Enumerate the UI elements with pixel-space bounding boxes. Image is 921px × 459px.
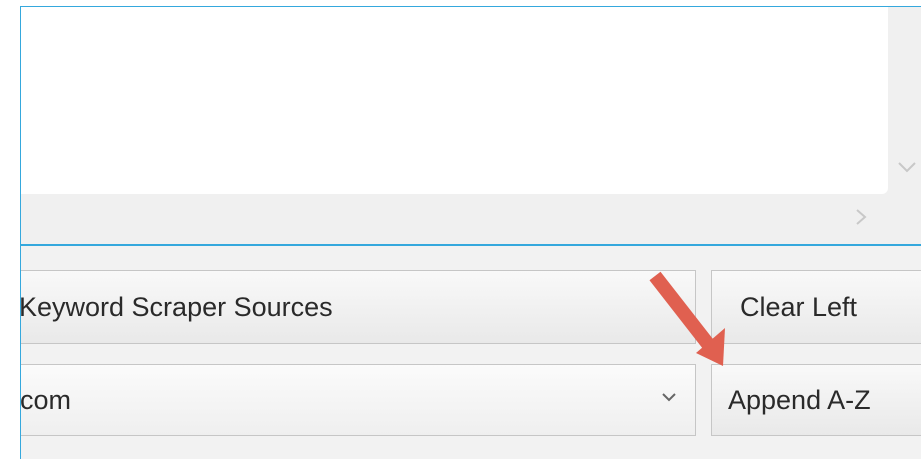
controls-section: Keyword Scraper Sources Clear Left com A…: [21, 246, 921, 459]
clear-button-label: Clear Left: [740, 291, 858, 322]
append-button-label: Append A-Z: [728, 384, 871, 415]
keyword-list-area[interactable]: [21, 7, 888, 194]
domain-select-value: com: [20, 384, 72, 415]
scraper-panel: Keyword Scraper Sources Clear Left com A…: [20, 6, 921, 459]
chevron-right-icon[interactable]: [849, 205, 873, 229]
chevron-down-icon[interactable]: [659, 387, 679, 407]
keyword-scraper-sources-button[interactable]: Keyword Scraper Sources: [20, 270, 696, 344]
append-a-z-button[interactable]: Append A-Z: [711, 364, 921, 436]
sources-button-label: Keyword Scraper Sources: [20, 291, 333, 322]
clear-left-button[interactable]: Clear Left: [711, 270, 921, 344]
chevron-down-icon[interactable]: [893, 157, 921, 177]
domain-select[interactable]: com: [20, 364, 696, 436]
